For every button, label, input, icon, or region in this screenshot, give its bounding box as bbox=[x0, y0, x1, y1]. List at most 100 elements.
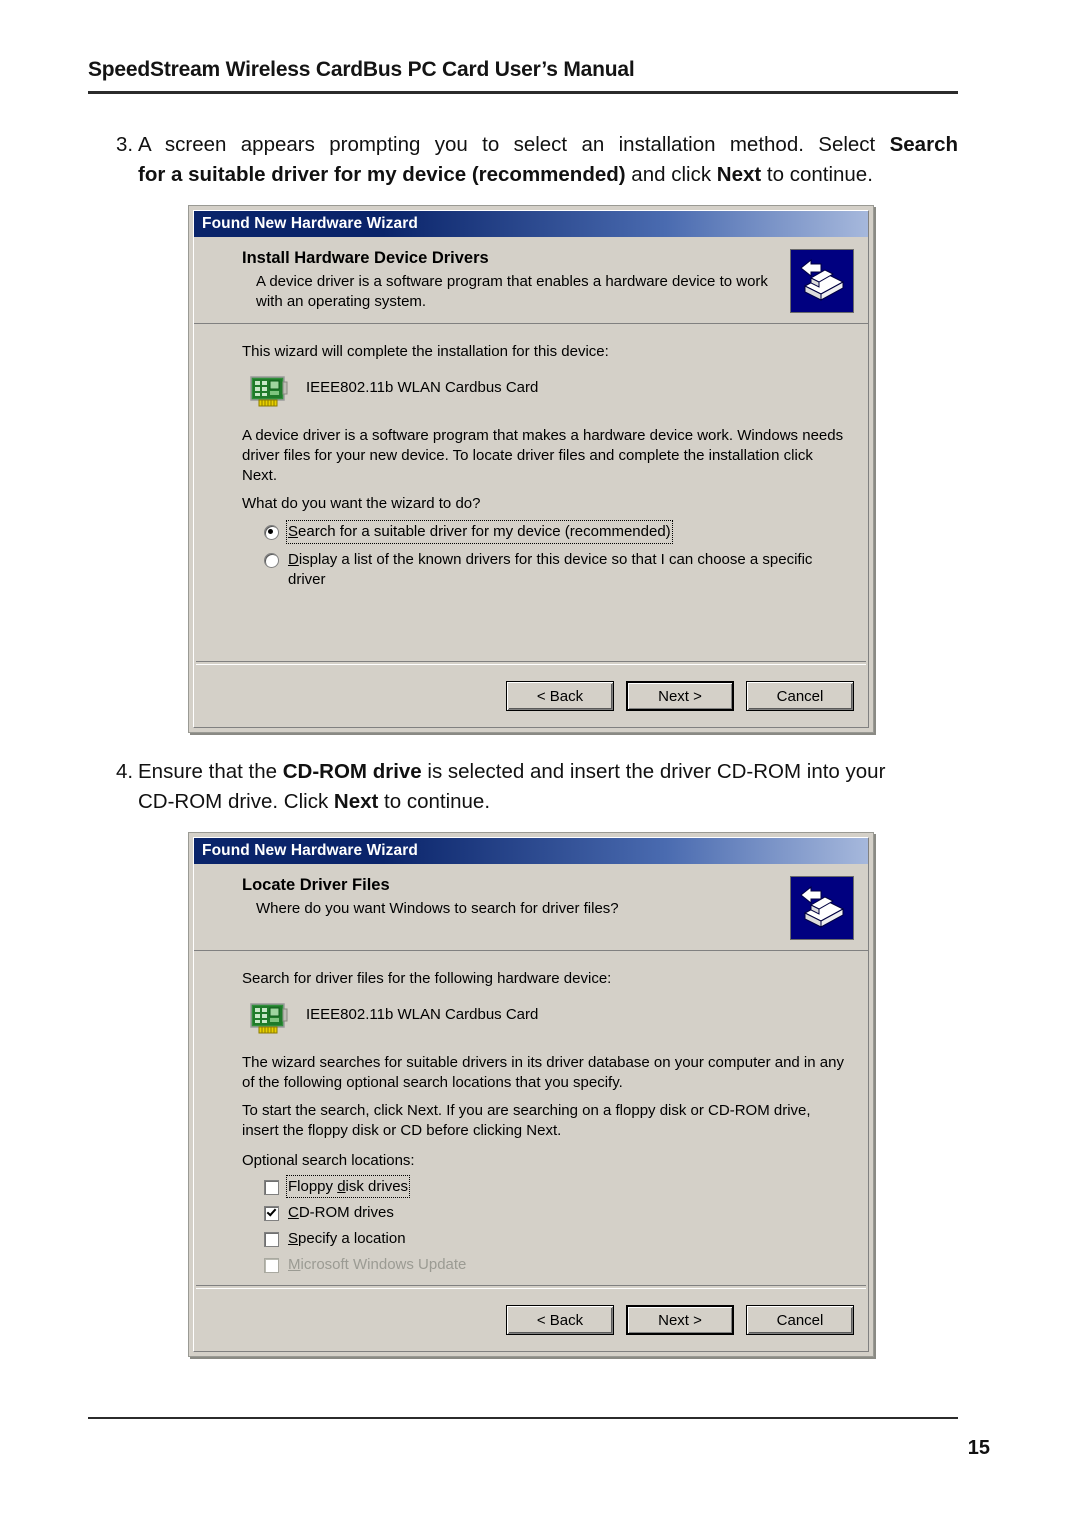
radio-text-display: isplay a list of the known drivers for t… bbox=[288, 551, 813, 588]
checkbox-floppy-rest: isk drives bbox=[345, 1178, 409, 1195]
page-number: 15 bbox=[967, 1437, 990, 1459]
wizard-2-paragraph-2: To start the search, click Next. If you … bbox=[242, 1102, 811, 1139]
wizard-2-banner-text: Locate Driver Files Where do you want Wi… bbox=[194, 876, 790, 940]
step-4-text-b: is selected and insert the driver CD-ROM… bbox=[421, 760, 886, 783]
next-button[interactable]: Next > bbox=[626, 1305, 734, 1335]
checkbox-indicator-floppy[interactable] bbox=[264, 1180, 279, 1195]
step-3-number: 3. bbox=[116, 133, 134, 156]
radio-search-suitable-driver[interactable]: Search for a suitable driver for my devi… bbox=[264, 520, 846, 544]
wizard-1-intro: This wizard will complete the installati… bbox=[242, 343, 609, 360]
step-4: 4. Ensure that the CD-ROM drive is selec… bbox=[98, 757, 958, 817]
wizard-2-subheading: Where do you want Windows to search for … bbox=[256, 900, 619, 917]
radio-accel-search: S bbox=[288, 523, 299, 540]
wizard-2-titlebar: Found New Hardware Wizard bbox=[194, 838, 868, 864]
wizard-1-banner: Install Hardware Device Drivers A device… bbox=[194, 237, 868, 324]
wizard-1-heading: Install Hardware Device Drivers bbox=[242, 249, 489, 267]
manual-title: SpeedStream Wireless CardBus PC Card Use… bbox=[88, 58, 635, 81]
step-4-text-d: to continue. bbox=[378, 790, 491, 813]
checkbox-floppy-pre: Floppy bbox=[288, 1178, 338, 1195]
checkbox-specify-accel: S bbox=[288, 1230, 299, 1247]
wizard-1-subheading: A device driver is a software program th… bbox=[256, 273, 768, 310]
checkbox-specify-a-location[interactable]: Specify a location bbox=[264, 1229, 846, 1248]
wizard-2-paragraph-1: The wizard searches for suitable drivers… bbox=[242, 1054, 844, 1091]
wizard-2-button-row: < Back Next > Cancel bbox=[506, 1305, 854, 1335]
radio-text-search: earch for a suitable driver for my devic… bbox=[298, 523, 671, 540]
wizard-1-inner: Found New Hardware Wizard Install Hardwa… bbox=[193, 210, 869, 728]
wizard-2-device-name: IEEE802.11b WLAN Cardbus Card bbox=[306, 1006, 539, 1023]
radio-indicator-search[interactable] bbox=[264, 525, 279, 540]
checkbox-cd-rom-drives[interactable]: CD-ROM drives bbox=[264, 1203, 846, 1222]
wizard-1-device-row: IEEE802.11b WLAN Cardbus Card bbox=[250, 376, 846, 408]
checkbox-windows-update-rest: icrosoft Windows Update bbox=[300, 1256, 467, 1273]
step-3-text-b: and click bbox=[625, 163, 717, 186]
wizard-1-titlebar: Found New Hardware Wizard bbox=[194, 211, 868, 237]
checkbox-microsoft-windows-update: Microsoft Windows Update bbox=[264, 1255, 846, 1274]
cancel-button-label: Cancel bbox=[776, 687, 824, 705]
wizard-1-body: This wizard will complete the installati… bbox=[194, 324, 868, 590]
wizard-1-explanation: A device driver is a software program th… bbox=[242, 427, 844, 484]
back-button-label: < Back bbox=[536, 1311, 584, 1329]
network-card-icon bbox=[250, 376, 288, 408]
radio-label-display: Display a list of the known drivers for … bbox=[288, 550, 846, 590]
radio-indicator-display[interactable] bbox=[264, 553, 279, 568]
checkbox-indicator-windows-update bbox=[264, 1258, 279, 1273]
radio-label-search: Search for a suitable driver for my devi… bbox=[286, 520, 673, 544]
found-new-hardware-wizard-dialog-1[interactable]: Found New Hardware Wizard Install Hardwa… bbox=[188, 205, 874, 733]
step-4-number: 4. bbox=[116, 760, 134, 783]
step-4-body: Ensure that the CD-ROM drive is selected… bbox=[138, 757, 958, 817]
back-button[interactable]: < Back bbox=[506, 1305, 614, 1335]
wizard-1-title-text: Found New Hardware Wizard bbox=[202, 215, 418, 232]
step-4-text-c: CD-ROM drive. Click bbox=[138, 790, 334, 813]
step-4-text-a: Ensure that the bbox=[138, 760, 283, 783]
radio-accel-display: D bbox=[288, 551, 299, 568]
wizard-1-device-name: IEEE802.11b WLAN Cardbus Card bbox=[306, 379, 539, 396]
wizard-2-title-text: Found New Hardware Wizard bbox=[202, 842, 418, 859]
wizard-2-intro: Search for driver files for the followin… bbox=[242, 970, 612, 987]
cancel-button-label: Cancel bbox=[776, 1311, 824, 1329]
cancel-button[interactable]: Cancel bbox=[746, 1305, 854, 1335]
wizard-1-banner-text: Install Hardware Device Drivers A device… bbox=[194, 249, 790, 313]
step-3-bold-b: for a suitable driver for my device (rec… bbox=[138, 163, 626, 186]
next-button-label: Next > bbox=[658, 687, 702, 705]
radio-display-known-drivers[interactable]: Display a list of the known drivers for … bbox=[264, 550, 846, 590]
checkbox-cdrom-rest: D-ROM drives bbox=[298, 1204, 394, 1221]
step-3-bold-c: Next bbox=[716, 163, 762, 186]
cancel-button[interactable]: Cancel bbox=[746, 681, 854, 711]
wizard-1-separator bbox=[196, 661, 866, 665]
driver-install-icon bbox=[790, 249, 854, 313]
header-rule bbox=[88, 91, 958, 94]
step-3-text-c: to continue. bbox=[761, 163, 873, 186]
step-4-bold-a: CD-ROM drive bbox=[282, 760, 422, 783]
found-new-hardware-wizard-dialog-2[interactable]: Found New Hardware Wizard Locate Driver … bbox=[188, 832, 874, 1357]
page-header: SpeedStream Wireless CardBus PC Card Use… bbox=[88, 58, 992, 94]
step-3: 3. A screen appears prompting you to sel… bbox=[98, 130, 958, 190]
wizard-1-button-row: < Back Next > Cancel bbox=[506, 681, 854, 711]
wizard-1-question: What do you want the wizard to do? bbox=[242, 495, 481, 512]
checkbox-label-floppy: Floppy disk drives bbox=[285, 1175, 411, 1198]
wizard-2-banner: Locate Driver Files Where do you want Wi… bbox=[194, 864, 868, 951]
driver-install-icon bbox=[790, 876, 854, 940]
wizard-2-device-row: IEEE802.11b WLAN Cardbus Card bbox=[250, 1003, 846, 1035]
footer-rule bbox=[88, 1417, 958, 1419]
wizard-2-separator bbox=[196, 1285, 866, 1289]
wizard-2-inner: Found New Hardware Wizard Locate Driver … bbox=[193, 837, 869, 1352]
network-card-icon bbox=[250, 1003, 288, 1035]
checkbox-label-cdrom: CD-ROM drives bbox=[288, 1203, 394, 1222]
back-button[interactable]: < Back bbox=[506, 681, 614, 711]
wizard-2-body: Search for driver files for the followin… bbox=[194, 951, 868, 1274]
next-button-label: Next > bbox=[658, 1311, 702, 1329]
optional-search-locations-label: Optional search locations: bbox=[242, 1152, 415, 1169]
checkbox-indicator-cdrom[interactable] bbox=[264, 1206, 279, 1221]
checkbox-label-windows-update: Microsoft Windows Update bbox=[288, 1255, 466, 1274]
step-3-body: A screen appears prompting you to select… bbox=[138, 130, 958, 190]
next-button[interactable]: Next > bbox=[626, 681, 734, 711]
checkbox-floppy-accel: d bbox=[337, 1178, 346, 1195]
checkbox-specify-rest: pecify a location bbox=[298, 1230, 406, 1247]
checkbox-floppy-disk-drives[interactable]: Floppy disk drives bbox=[264, 1175, 846, 1198]
checkbox-indicator-specify[interactable] bbox=[264, 1232, 279, 1247]
step-3-bold-a: Search bbox=[889, 133, 958, 156]
step-4-bold-b: Next bbox=[333, 790, 379, 813]
wizard-2-heading: Locate Driver Files bbox=[242, 876, 390, 894]
step-3-text-a: A screen appears prompting you to select… bbox=[138, 133, 890, 156]
back-button-label: < Back bbox=[536, 687, 584, 705]
